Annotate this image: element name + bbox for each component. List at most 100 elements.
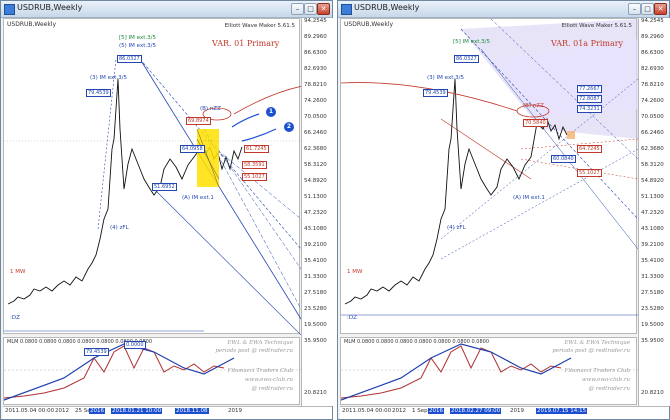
- indicator-pane[interactable]: MLM 0.0800 0.0800 0.0800 0.0800 0.0800 0…: [3, 337, 301, 405]
- chart-app-icon: [4, 4, 15, 15]
- minimize-button[interactable]: –: [628, 3, 641, 15]
- time-marker: 2016: [428, 408, 444, 414]
- price-tick: 62.3680: [304, 146, 327, 152]
- price-tick: 20.8210: [304, 390, 327, 396]
- credit-text: www.ewa-club.ru: [244, 377, 293, 383]
- price-tick: 43.1080: [304, 226, 327, 232]
- price-box: 69.8974: [186, 117, 211, 125]
- credit-text: periods post @ redtrader.ru: [552, 348, 630, 354]
- price-box: 70.5840: [523, 119, 548, 127]
- credit-text: www.ewa-club.ru: [581, 377, 630, 383]
- price-tick: 94.2545: [304, 18, 327, 24]
- wave-label-4: (4) zFL: [110, 225, 129, 231]
- price-tick: 78.8210: [641, 82, 664, 88]
- price-tick: 51.1300: [641, 194, 664, 200]
- wave-label-5-bracket: [5] IM ext.3/5: [119, 35, 156, 41]
- price-tick: 82.6930: [641, 66, 664, 72]
- price-tick: 66.2460: [304, 130, 327, 136]
- price-tick: 86.6300: [641, 50, 664, 56]
- mw-label: 1 MW: [347, 269, 363, 275]
- maximize-button[interactable]: □: [304, 3, 317, 15]
- time-marker: 2019.07.15 14:15: [536, 408, 588, 414]
- price-tick: 70.0500: [304, 114, 327, 120]
- price-box: 86.0327: [117, 55, 142, 63]
- time-axis: 2011.05.04 00:00 2012 1 Sep 2016 2018.02…: [340, 406, 669, 419]
- price-tick: 27.5180: [304, 290, 327, 296]
- price-box: 58.3591: [242, 161, 267, 169]
- wave-label-a: (A) IM ext.1: [513, 195, 545, 201]
- credit-text: periods post @ redtrader.ru: [215, 348, 293, 354]
- credit-text: EWL & EWA Technique: [227, 340, 293, 346]
- time-tick: 1 Sep: [412, 408, 428, 414]
- price-tick: 74.2600: [641, 98, 664, 104]
- time-marker: 2018.11.08: [175, 408, 209, 414]
- price-tick: 35.9500: [641, 338, 664, 344]
- annotation-marker: 1: [266, 107, 276, 117]
- right-chart-window[interactable]: USDRUB,Weekly – □ ✕ USDRUB,Weekly Elliot…: [337, 0, 670, 420]
- minimize-button[interactable]: –: [291, 3, 304, 15]
- price-tick: 47.2320: [641, 210, 664, 216]
- price-tick: 43.1080: [641, 226, 664, 232]
- indicator-value-box: 79.4539: [84, 348, 109, 356]
- version-label: Elliott Wave Maker 5.61.5: [561, 23, 632, 29]
- annotation-marker: 2: [284, 122, 294, 132]
- time-axis: 2011.05.04 00:00 2012 25 Sep 2016 2018.0…: [3, 406, 332, 419]
- price-box: 64.0958: [180, 145, 205, 153]
- variant-label: VAR. 01 Primary: [212, 39, 280, 48]
- price-tick: 19.5000: [304, 322, 327, 328]
- price-tick: 74.2600: [304, 98, 327, 104]
- price-tick: 62.3680: [641, 146, 664, 152]
- credit-text: Fibonacci Traders Club: [227, 368, 293, 374]
- price-tick: 31.3300: [641, 274, 664, 280]
- price-box: 74.3231: [577, 105, 602, 113]
- indicator-pane[interactable]: MLM 0.0800 0.0800 0.0800 0.0800 0.0800 0…: [340, 337, 638, 405]
- price-tick: 19.5000: [641, 322, 664, 328]
- price-axis: 94.2545 89.2960 86.6300 82.6930 78.8210 …: [301, 18, 333, 406]
- price-tick: 70.0500: [641, 114, 664, 120]
- wave-label-4: (4) zFL: [447, 225, 466, 231]
- maximize-button[interactable]: □: [641, 3, 654, 15]
- price-box: 64.7245: [577, 145, 602, 153]
- price-tick: 89.2960: [304, 34, 327, 40]
- price-tick: 89.2960: [641, 34, 664, 40]
- price-tick: 51.1300: [304, 194, 327, 200]
- price-tick: 27.5180: [641, 290, 664, 296]
- price-tick: 31.3300: [304, 274, 327, 280]
- price-box: 86.0327: [454, 55, 479, 63]
- left-chart-window[interactable]: USDRUB,Weekly – □ ✕ USDRUB,Weekly Elliot…: [0, 0, 333, 420]
- price-tick: 23.5280: [641, 306, 664, 312]
- price-tick: 35.4100: [641, 258, 664, 264]
- price-chart-pane[interactable]: USDRUB,Weekly Elliott Wave Maker 5.61.5 …: [340, 18, 638, 334]
- close-button[interactable]: ✕: [654, 3, 667, 15]
- price-tick: 23.5280: [304, 306, 327, 312]
- indicator-label: MLM 0.0800 0.0800 0.0800 0.0800 0.0800 0…: [344, 339, 490, 345]
- credit-text: EWL & EWA Technique: [564, 340, 630, 346]
- price-box: 61.7245: [244, 145, 269, 153]
- price-box: 77.2667: [577, 85, 602, 93]
- price-tick: 54.8920: [641, 178, 664, 184]
- dz-label: :DZ: [10, 315, 20, 321]
- time-tick: 2011.05.04 00:00: [5, 408, 55, 414]
- wave-label-5-bracket: [5] IM ext.3/5: [453, 39, 490, 45]
- price-tick: 86.6300: [304, 50, 327, 56]
- time-marker: 2018.02.27 09:00: [450, 408, 502, 414]
- close-button[interactable]: ✕: [317, 3, 330, 15]
- time-marker: 2018.01.21 10:00: [111, 408, 163, 414]
- price-tick: 47.2320: [304, 210, 327, 216]
- time-marker: 2016: [89, 408, 105, 414]
- price-box: 55.1027: [577, 169, 602, 177]
- time-tick: 2012: [55, 408, 69, 414]
- price-tick: 39.2100: [641, 242, 664, 248]
- wave-label-b: (B) nZZ: [200, 106, 221, 112]
- price-tick: 35.9500: [304, 338, 327, 344]
- wave-label-3: (3) IM ext.3/5: [90, 75, 127, 81]
- title-bar[interactable]: USDRUB,Weekly – □ ✕: [1, 1, 332, 18]
- symbol-label: USDRUB,Weekly: [7, 21, 57, 28]
- price-box: 79.4539: [423, 89, 448, 97]
- price-tick: 78.8210: [304, 82, 327, 88]
- price-tick: 94.2545: [641, 18, 664, 24]
- credit-text: Fibonacci Traders Club: [564, 368, 630, 374]
- price-box: 60.0840: [551, 155, 576, 163]
- title-bar[interactable]: USDRUB,Weekly – □ ✕: [338, 1, 669, 18]
- price-chart-pane[interactable]: USDRUB,Weekly Elliott Wave Maker 5.61.5 …: [3, 18, 301, 335]
